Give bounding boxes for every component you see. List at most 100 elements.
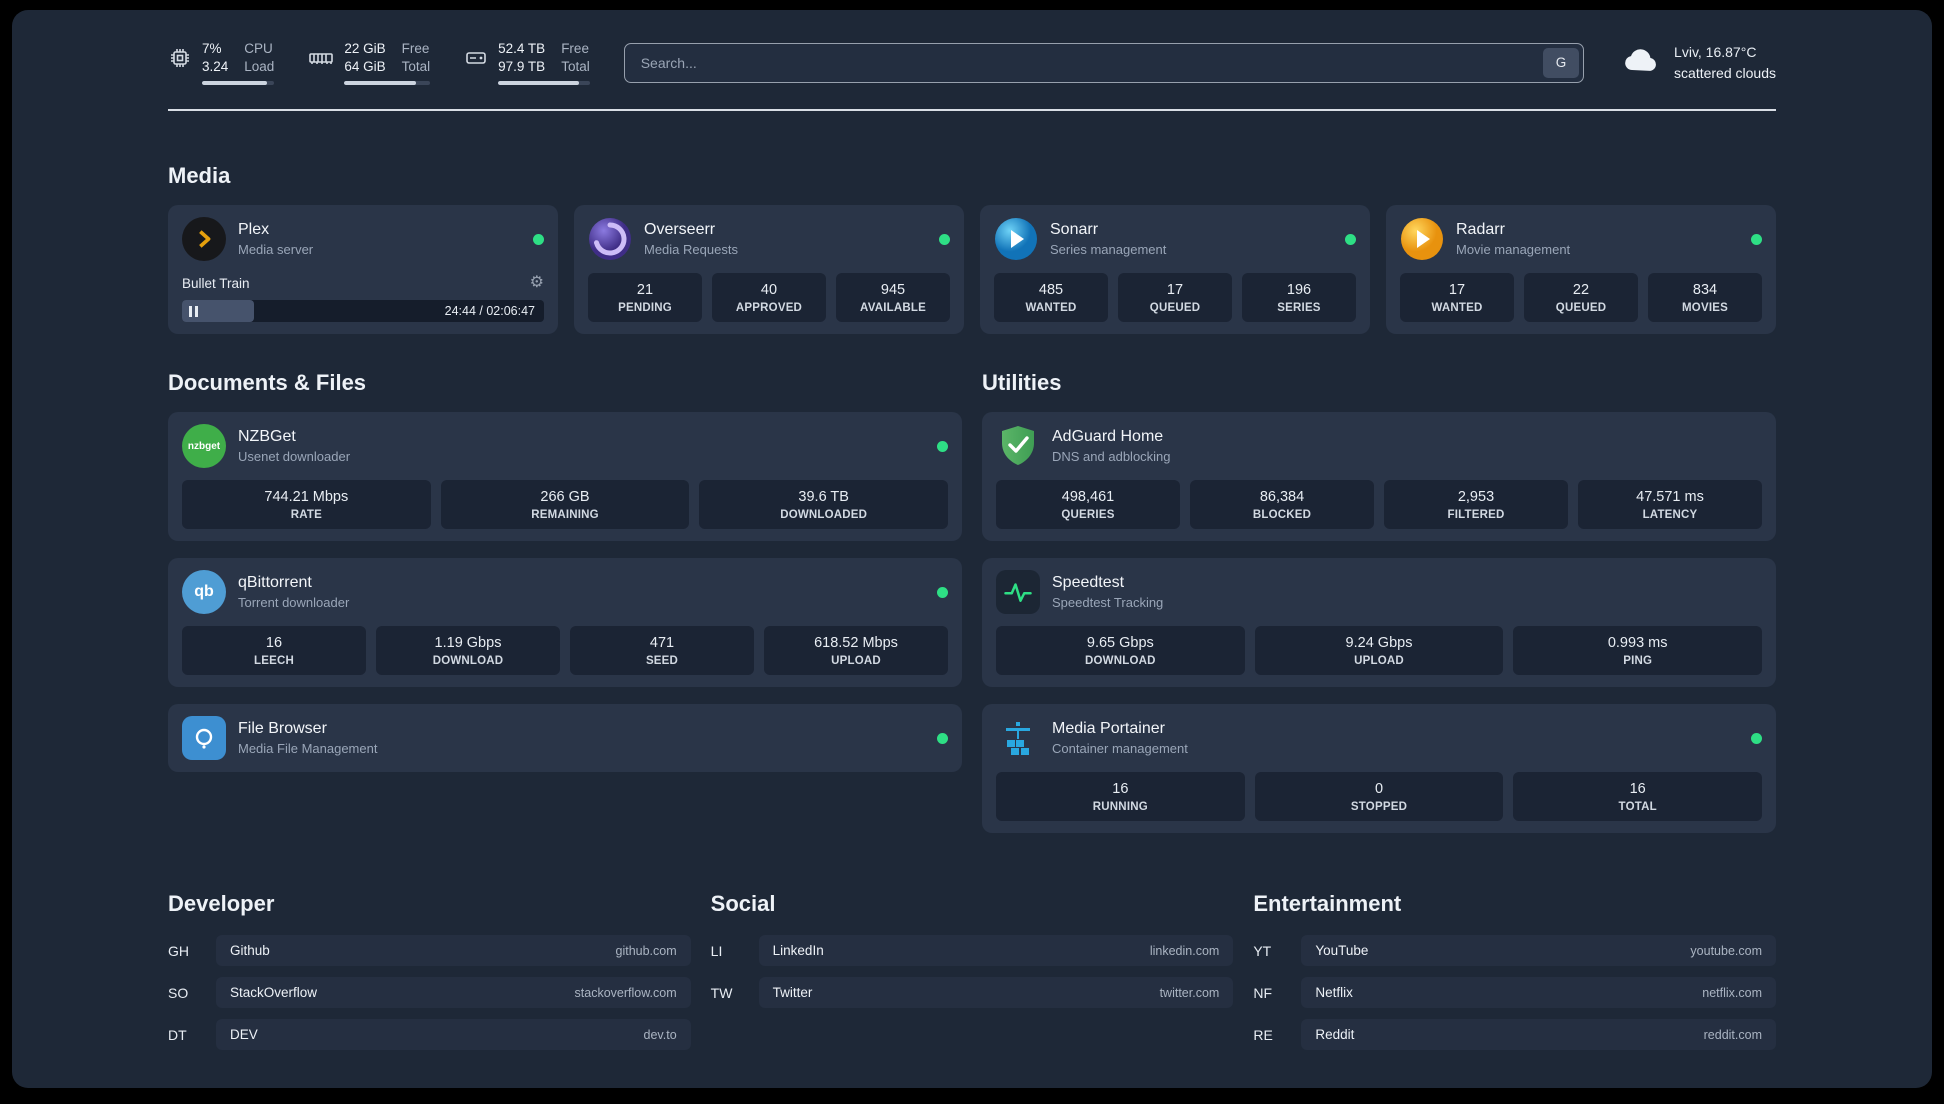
service-card-radarr[interactable]: Radarr Movie management 17 WANTED 22 QUE… bbox=[1386, 205, 1776, 335]
topbar: 7% 3.24 CPU Load 22 GiB 64 GiB Free Tota… bbox=[168, 40, 1776, 86]
bookmark-abbr: NF bbox=[1253, 984, 1272, 1001]
portainer-icon bbox=[996, 716, 1040, 760]
bookmark-link-reddit[interactable]: Reddit reddit.com bbox=[1301, 1019, 1776, 1051]
disk-total-value: 97.9 TB bbox=[498, 58, 546, 74]
stat-value: 9.65 Gbps bbox=[1086, 635, 1154, 652]
nzbget-icon: nzbget bbox=[182, 424, 226, 469]
cpu-progress bbox=[202, 81, 275, 86]
cpu-icon bbox=[168, 46, 192, 75]
stat-tile: 17 QUEUED bbox=[1118, 273, 1232, 323]
stat-tile: 9.65 Gbps DOWNLOAD bbox=[996, 626, 1245, 676]
stat-label: PING bbox=[1623, 655, 1653, 668]
bookmark-group-entertainment: Entertainment YT YouTube youtube.com NF … bbox=[1253, 891, 1776, 1061]
weather-widget: Lviv, 16.87°C scattered clouds bbox=[1620, 42, 1776, 83]
service-desc: Media Requests bbox=[644, 242, 738, 258]
stat-label: RATE bbox=[290, 509, 322, 522]
service-desc: Torrent downloader bbox=[238, 595, 350, 611]
memory-free-value: 22 GiB bbox=[344, 41, 386, 56]
filebrowser-icon bbox=[182, 716, 226, 761]
bookmark-row: LI LinkedIn linkedin.com bbox=[711, 935, 1234, 967]
status-dot bbox=[1751, 732, 1762, 744]
memory-total-value: 64 GiB bbox=[344, 58, 386, 74]
bookmark-link-twitter[interactable]: Twitter twitter.com bbox=[758, 977, 1234, 1009]
bookmark-row: NF Netflix netflix.com bbox=[1253, 977, 1776, 1009]
status-dot bbox=[1345, 233, 1356, 245]
service-card-speedtest[interactable]: Speedtest Speedtest Tracking 9.65 Gbps D… bbox=[982, 558, 1776, 688]
stat-value: 21 bbox=[636, 282, 654, 299]
cpu-percent: 7% bbox=[202, 41, 222, 56]
stat-tile: 40 APPROVED bbox=[712, 273, 826, 323]
bookmark-link-netflix[interactable]: Netflix netflix.com bbox=[1301, 977, 1776, 1009]
bookmark-abbr: RE bbox=[1253, 1026, 1273, 1043]
service-name: AdGuard Home bbox=[1052, 428, 1164, 446]
service-card-sonarr[interactable]: Sonarr Series management 485 WANTED 17 Q… bbox=[980, 205, 1370, 335]
bookmark-link-github[interactable]: Github github.com bbox=[216, 935, 691, 967]
section-utilities: Utilities AdGuard Home DNS and adblockin… bbox=[982, 370, 1776, 834]
pause-icon[interactable] bbox=[189, 305, 198, 317]
memory-progress bbox=[344, 81, 431, 86]
section-title-developer: Developer bbox=[168, 891, 275, 917]
stat-value: 834 bbox=[1692, 282, 1718, 299]
stat-value: 945 bbox=[880, 282, 906, 299]
bookmark-link-linkedin[interactable]: LinkedIn linkedin.com bbox=[758, 935, 1234, 967]
service-card-qbittorrent[interactable]: qb qBittorrent Torrent downloader 16 LEE… bbox=[168, 558, 962, 688]
bookmark-link-stackoverflow[interactable]: StackOverflow stackoverflow.com bbox=[216, 977, 691, 1009]
stat-value: 618.52 Mbps bbox=[814, 635, 898, 652]
stat-value: 196 bbox=[1286, 282, 1312, 299]
bookmark-group-social: Social LI LinkedIn linkedin.com TW Twitt… bbox=[711, 891, 1234, 1061]
service-card-plex[interactable]: Plex Media server Bullet Train ⚙ 24:44 /… bbox=[168, 205, 558, 335]
disk-free-value: 52.4 TB bbox=[498, 41, 546, 56]
service-card-filebrowser[interactable]: File Browser Media File Management bbox=[168, 704, 962, 773]
playback-progress[interactable]: 24:44 / 02:06:47 bbox=[182, 300, 544, 323]
stat-value: 266 GB bbox=[540, 489, 590, 506]
status-dot bbox=[937, 732, 948, 744]
stat-label: FILTERED bbox=[1447, 509, 1505, 522]
stat-label: UPLOAD bbox=[1354, 655, 1404, 668]
stat-value: 485 bbox=[1038, 282, 1064, 299]
stat-value: 0.993 ms bbox=[1607, 635, 1668, 652]
stat-tile: 16 TOTAL bbox=[1513, 772, 1763, 822]
stat-label: STOPPED bbox=[1350, 801, 1408, 814]
status-dot bbox=[533, 233, 544, 245]
stat-value: 86,384 bbox=[1259, 489, 1305, 506]
stat-tile: 22 QUEUED bbox=[1524, 273, 1638, 323]
search-provider-button[interactable]: G bbox=[1543, 47, 1580, 78]
service-desc: Media server bbox=[238, 242, 314, 258]
plex-icon bbox=[182, 217, 226, 262]
service-card-adguard[interactable]: AdGuard Home DNS and adblocking 498,461 … bbox=[982, 412, 1776, 542]
stat-label: MOVIES bbox=[1682, 302, 1728, 315]
stat-tile: 2,953 FILTERED bbox=[1384, 480, 1568, 530]
bookmark-abbr: DT bbox=[168, 1026, 187, 1043]
disk-label-top: Free bbox=[561, 41, 589, 56]
qbittorrent-icon: qb bbox=[182, 570, 226, 615]
stat-tile: 86,384 BLOCKED bbox=[1190, 480, 1374, 530]
stat-value: 39.6 TB bbox=[798, 489, 849, 506]
stat-tile: 0 STOPPED bbox=[1254, 772, 1504, 822]
cpu-label-top: CPU bbox=[244, 41, 273, 56]
stat-label: PENDING bbox=[618, 302, 672, 315]
stat-value: 471 bbox=[649, 635, 675, 652]
disk-widget: 52.4 TB 97.9 TB Free Total bbox=[464, 40, 590, 86]
sonarr-icon bbox=[994, 217, 1038, 261]
bookmark-row: DT DEV dev.to bbox=[168, 1019, 691, 1051]
stat-tile: 39.6 TB DOWNLOADED bbox=[699, 480, 949, 530]
stat-value: 2,953 bbox=[1457, 489, 1495, 506]
service-card-nzbget[interactable]: nzbget NZBGet Usenet downloader 744.21 M… bbox=[168, 412, 962, 542]
cloud-icon bbox=[1620, 44, 1662, 81]
topbar-divider bbox=[168, 109, 1776, 112]
cpu-widget: 7% 3.24 CPU Load bbox=[168, 40, 275, 86]
service-card-portainer[interactable]: Media Portainer Container management 16 … bbox=[982, 704, 1776, 834]
bookmark-link-dev[interactable]: DEV dev.to bbox=[216, 1019, 691, 1051]
section-title-utilities: Utilities bbox=[982, 370, 1062, 396]
service-name: NZBGet bbox=[238, 428, 296, 446]
gear-icon[interactable]: ⚙ bbox=[530, 275, 544, 291]
bookmark-link-youtube[interactable]: YouTube youtube.com bbox=[1301, 935, 1776, 967]
stat-value: 40 bbox=[760, 282, 778, 299]
bookmark-row: TW Twitter twitter.com bbox=[711, 977, 1234, 1009]
service-card-overseerr[interactable]: Overseerr Media Requests 21 PENDING 40 A… bbox=[574, 205, 964, 335]
stat-value: 16 bbox=[1112, 781, 1129, 798]
stat-value: 17 bbox=[1166, 282, 1184, 299]
service-name: Media Portainer bbox=[1052, 720, 1165, 738]
stat-value: 47.571 ms bbox=[1636, 489, 1704, 506]
search-input[interactable] bbox=[623, 42, 1585, 83]
